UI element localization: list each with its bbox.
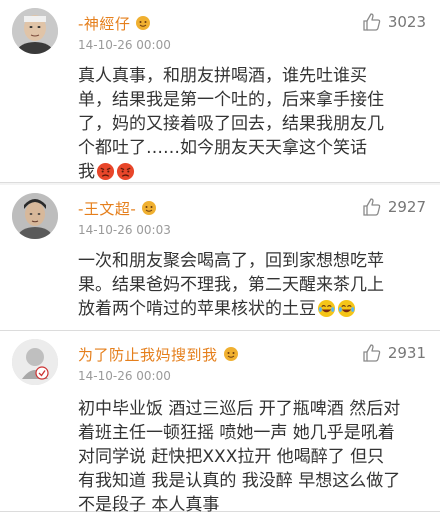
thumbs-up-icon — [363, 13, 381, 31]
comment-line: 有我知道 我是认真的 我没醉 早想这么做了 — [78, 471, 401, 491]
comment-text: 一次和朋友聚会喝高了，回到家想想吃苹 果。结果爸妈不理我，第二天醒来茶几上 放着… — [78, 249, 424, 321]
like-count: 2927 — [387, 198, 426, 216]
angry-face-icon — [96, 162, 115, 181]
angry-face-icon — [116, 162, 135, 181]
like-button[interactable]: 2927 — [362, 197, 426, 217]
like-button[interactable]: 2931 — [362, 343, 426, 363]
comment-line-last: 我 — [78, 160, 424, 184]
username[interactable]: -神經仔 — [78, 13, 130, 34]
comment-item: -神經仔 14-10-26 00:00 3023 真人真事，和朋友拼喝酒，谁先吐… — [0, 0, 440, 183]
comment-text: 初中毕业饭 酒过三巡后 开了瓶啤酒 然后对 着班主任一顿狂摇 喷她一声 她几乎是… — [78, 397, 424, 512]
comment-text: 真人真事，和朋友拼喝酒，谁先吐谁买 单，结果我是第一个吐的，后来拿手接住 了，妈… — [78, 64, 424, 184]
comment-item: -王文超- 14-10-26 00:03 2927 一次和朋友聚会喝高了，回到家… — [0, 185, 440, 331]
comment-line: 对同学说 赶快把XXX拉开 他喝醉了 但只 — [78, 447, 385, 467]
comment-line-text: 放着两个啃过的苹果核状的土豆 — [78, 299, 316, 319]
verified-badge-icon — [135, 15, 151, 31]
like-count: 2931 — [387, 344, 426, 362]
comment-line: 了，妈的又接着吸了回去，结果我朋友几 — [78, 114, 384, 134]
comment-line: 单，结果我是第一个吐的，后来拿手接住 — [78, 90, 384, 110]
verified-badge-icon — [223, 346, 239, 362]
timestamp: 14-10-26 00:00 — [78, 38, 171, 52]
comment-line-last: 放着两个啃过的苹果核状的土豆 — [78, 297, 424, 321]
username[interactable]: 为了防止我妈搜到我 — [78, 344, 218, 365]
comment-feed: -神經仔 14-10-26 00:00 3023 真人真事，和朋友拼喝酒，谁先吐… — [0, 0, 440, 512]
avatar[interactable] — [12, 8, 58, 54]
like-button[interactable]: 3023 — [362, 12, 426, 32]
avatar[interactable] — [12, 193, 58, 239]
timestamp: 14-10-26 00:03 — [78, 223, 171, 237]
comment-line: 着班主任一顿狂摇 喷她一声 她几乎是吼着 — [78, 423, 395, 443]
thumbs-up-icon — [363, 344, 381, 362]
comment-line: 个都吐了……如今朋友天天拿这个笑话 — [78, 138, 367, 158]
comment-line: 初中毕业饭 酒过三巡后 开了瓶啤酒 然后对 — [78, 399, 401, 419]
like-count: 3023 — [387, 13, 426, 31]
verified-badge-icon — [141, 200, 157, 216]
comment-item: 为了防止我妈搜到我 14-10-26 00:00 2931 初中毕业饭 酒过三巡… — [0, 331, 440, 512]
comment-line: 一次和朋友聚会喝高了，回到家想想吃苹 — [78, 251, 384, 271]
laughing-crying-face-icon — [337, 299, 356, 318]
comment-line: 真人真事，和朋友拼喝酒，谁先吐谁买 — [78, 66, 367, 86]
thumbs-up-icon — [363, 198, 381, 216]
laughing-crying-face-icon — [317, 299, 336, 318]
username[interactable]: -王文超- — [78, 198, 136, 219]
avatar[interactable] — [12, 339, 58, 385]
comment-line: 不是段子 本人真事 — [78, 495, 220, 512]
comment-line: 果。结果爸妈不理我，第二天醒来茶几上 — [78, 275, 384, 295]
comment-line-text: 我 — [78, 162, 95, 182]
timestamp: 14-10-26 00:00 — [78, 369, 171, 383]
